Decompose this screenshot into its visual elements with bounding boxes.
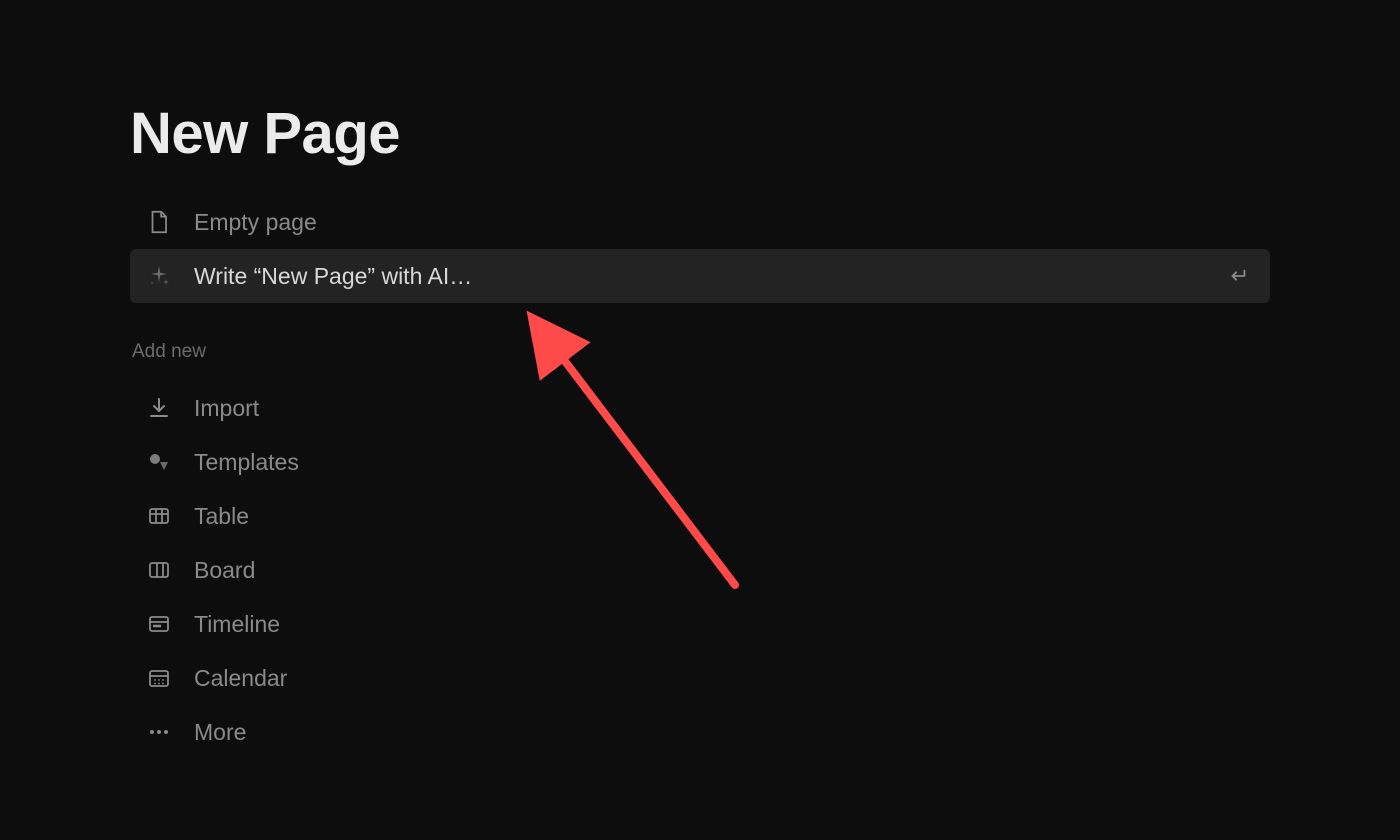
add-new-calendar[interactable]: Calendar bbox=[130, 651, 1270, 705]
option-label: Board bbox=[194, 557, 1256, 584]
option-label: Table bbox=[194, 503, 1256, 530]
option-empty-page[interactable]: Empty page bbox=[130, 195, 1270, 249]
option-label: Import bbox=[194, 395, 1256, 422]
import-icon bbox=[144, 393, 174, 423]
enter-icon bbox=[1226, 264, 1250, 288]
board-icon bbox=[144, 555, 174, 585]
add-new-board[interactable]: Board bbox=[130, 543, 1270, 597]
more-icon bbox=[144, 717, 174, 747]
option-write-with-ai[interactable]: Write “New Page” with AI… bbox=[130, 249, 1270, 303]
option-label: Write “New Page” with AI… bbox=[194, 263, 1226, 290]
option-label: Timeline bbox=[194, 611, 1256, 638]
templates-icon bbox=[144, 447, 174, 477]
new-page-setup: New Page Empty page Write “New Page” wit… bbox=[0, 0, 1400, 759]
add-new-more[interactable]: More bbox=[130, 705, 1270, 759]
page-title[interactable]: New Page bbox=[130, 100, 1270, 167]
page-icon bbox=[144, 207, 174, 237]
add-new-templates[interactable]: Templates bbox=[130, 435, 1270, 489]
timeline-icon bbox=[144, 609, 174, 639]
add-new-list: Import Templates Table bbox=[130, 381, 1270, 759]
calendar-icon bbox=[144, 663, 174, 693]
add-new-header: Add new bbox=[130, 341, 1270, 363]
sparkle-icon bbox=[144, 261, 174, 291]
option-label: Empty page bbox=[194, 209, 1256, 236]
add-new-table[interactable]: Table bbox=[130, 489, 1270, 543]
option-label: More bbox=[194, 719, 1256, 746]
option-label: Templates bbox=[194, 449, 1256, 476]
add-new-timeline[interactable]: Timeline bbox=[130, 597, 1270, 651]
option-label: Calendar bbox=[194, 665, 1256, 692]
add-new-import[interactable]: Import bbox=[130, 381, 1270, 435]
table-icon bbox=[144, 501, 174, 531]
